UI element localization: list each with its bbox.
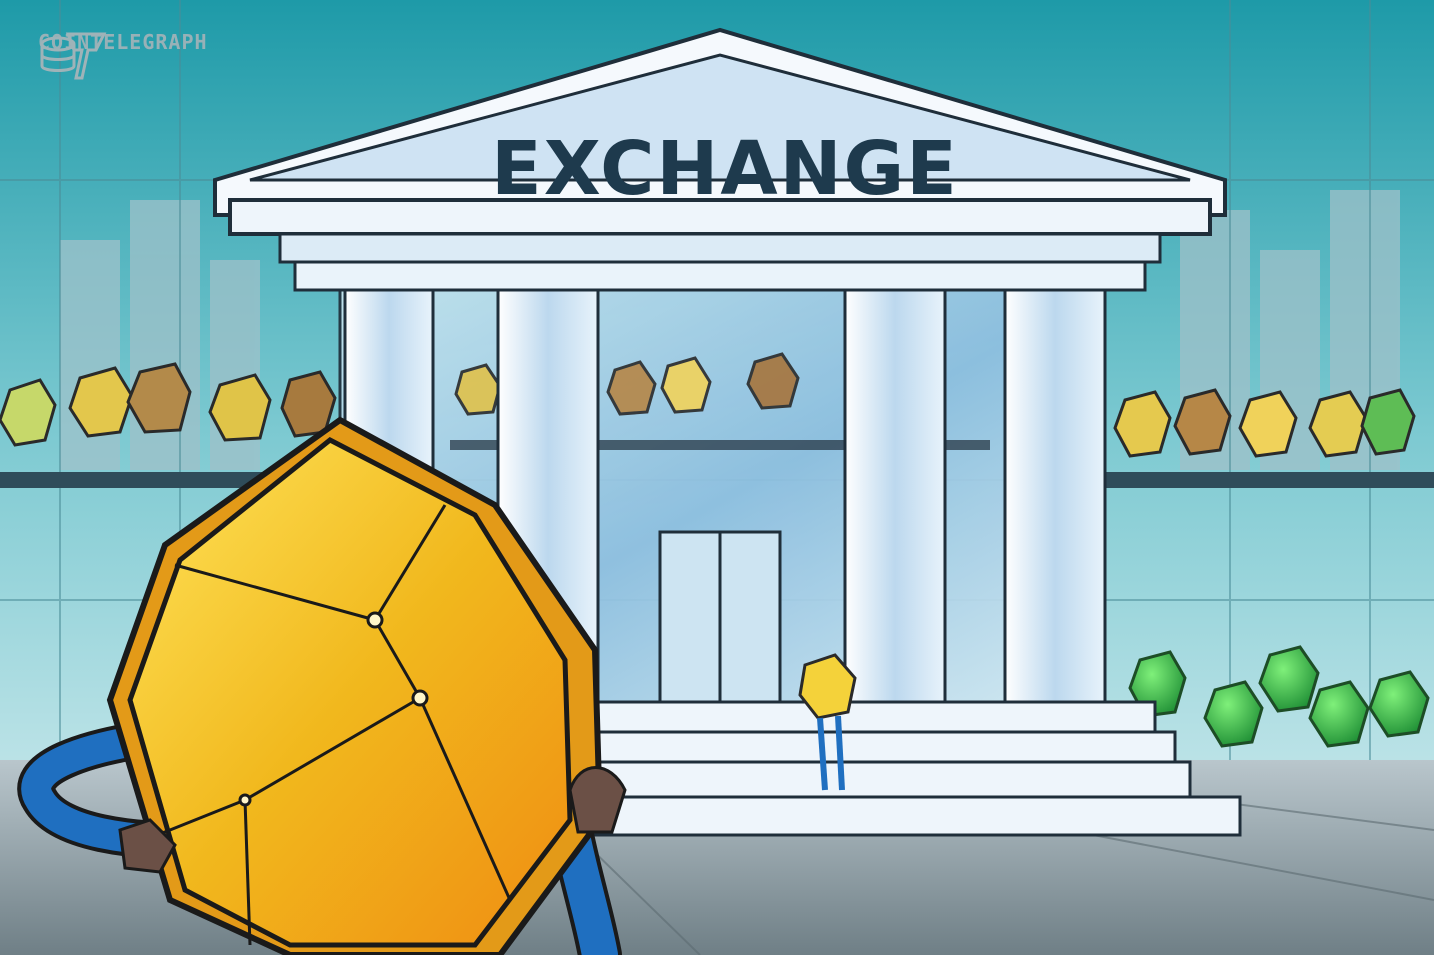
cointelegraph-logo: COINTELEGRAPH <box>38 30 208 80</box>
exchange-sign: EXCHANGE <box>491 126 959 212</box>
brand-name: COINTELEGRAPH <box>38 30 208 54</box>
illustration: COINTELEGRAPH EXCHANGE <box>0 0 1434 955</box>
